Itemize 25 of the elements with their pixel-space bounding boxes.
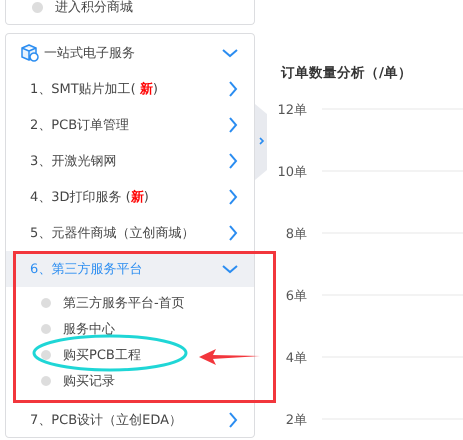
axis-label: 6单 — [286, 289, 307, 304]
bullet-icon — [41, 298, 51, 308]
bullet-icon — [41, 324, 51, 334]
axis-label: 10单 — [277, 165, 307, 180]
axis-label: 2单 — [286, 413, 307, 428]
section-title: 一站式电子服务 — [44, 44, 136, 62]
menu-item[interactable]: 3、开激光钢网 — [6, 143, 254, 179]
collapse-tab[interactable] — [255, 104, 267, 180]
submenu-link[interactable]: 第三方服务平台-首页 — [63, 294, 185, 312]
submenu-link[interactable]: 服务中心 — [63, 320, 115, 338]
menu-item[interactable]: 5、元器件商城（立创商城） — [6, 215, 254, 251]
bullet-icon — [41, 350, 51, 360]
bullet-icon — [41, 376, 51, 386]
menu-item[interactable]: 2、PCB订单管理 — [6, 107, 254, 143]
submenu-link[interactable]: 购买记录 — [63, 372, 115, 390]
chart-title: 订单数量分析（/单） — [280, 64, 413, 82]
menu-item[interactable]: 4、3D打印服务 (新) — [6, 179, 254, 215]
axis-label: 12单 — [277, 103, 307, 118]
axis-label: 8单 — [286, 227, 307, 242]
box-icon — [20, 42, 40, 62]
menu-link[interactable]: 进入积分商城 — [55, 0, 133, 16]
axis-label: 4单 — [286, 351, 307, 366]
submenu-link[interactable]: 购买PCB工程 — [63, 346, 141, 364]
menu-item[interactable]: 1、SMT贴片加工( 新) — [6, 71, 254, 107]
menu-item[interactable]: 7、PCB设计（立创EDA） — [6, 402, 254, 438]
